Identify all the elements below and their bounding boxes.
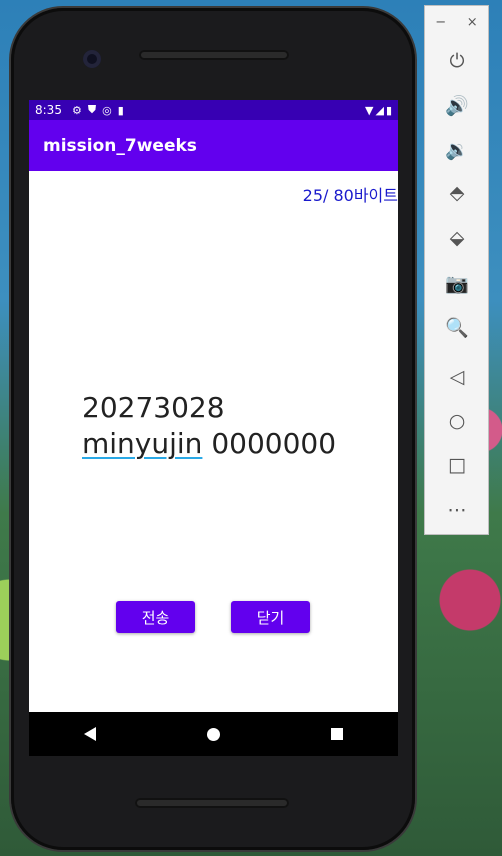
message-input[interactable]: 20273028 minyujin 0000000 — [82, 390, 382, 462]
home-icon[interactable]: ○ — [443, 407, 471, 435]
send-button[interactable]: 전송 — [116, 601, 195, 633]
nav-recents-icon[interactable] — [330, 728, 343, 740]
byte-counter: 25/ 80바이트 — [302, 186, 398, 205]
volume-down-icon[interactable]: 🔉 — [443, 135, 471, 163]
rotate-right-icon[interactable]: ⬙ — [443, 224, 471, 252]
bottom-speaker — [135, 798, 289, 808]
nav-back-icon[interactable] — [84, 727, 97, 741]
close-window-button[interactable]: × — [467, 15, 478, 30]
zoom-icon[interactable]: 🔍 — [443, 313, 471, 341]
camera-icon[interactable]: 📷 — [443, 269, 471, 297]
back-icon[interactable]: ◁ — [443, 363, 471, 391]
spellcheck-word: minyujin — [82, 427, 203, 460]
rotate-left-icon[interactable]: ⬘ — [443, 179, 471, 207]
emulator-toolbar: − × ⏻ 🔊 🔉 ⬘ ⬙ 📷 🔍 ◁ ○ □ ⋯ — [424, 5, 489, 535]
app-bar: mission_7weeks — [29, 120, 398, 171]
wifi-icon: ▼ — [365, 103, 374, 117]
signal-icon: ◢ — [375, 103, 384, 117]
message-line-2: minyujin 0000000 — [82, 426, 382, 462]
top-speaker — [139, 50, 289, 60]
emulator-window-controls: − × — [425, 6, 488, 38]
status-time: 8:35 — [35, 103, 62, 117]
app-title: mission_7weeks — [43, 135, 197, 156]
more-icon[interactable]: ⋯ — [443, 496, 471, 524]
message-line-2-rest: 0000000 — [202, 427, 337, 460]
status-bar: 8:35 ⚙ ⛊ ◎ ▮ ▼ ◢ ▮ — [29, 100, 398, 120]
nav-home-icon[interactable] — [206, 727, 220, 741]
minimize-button[interactable]: − — [435, 15, 446, 30]
settings-notification-icon: ⚙ — [71, 103, 82, 117]
message-line-1: 20273028 — [82, 391, 225, 424]
device-screen: 8:35 ⚙ ⛊ ◎ ▮ ▼ ◢ ▮ mission_7weeks 25/ 80… — [29, 100, 398, 712]
battery-icon: ▮ — [385, 103, 392, 117]
power-icon[interactable]: ⏻ — [443, 47, 471, 75]
close-button[interactable]: 닫기 — [231, 601, 310, 633]
volume-up-icon[interactable]: 🔊 — [443, 91, 471, 119]
sync-notification-icon: ◎ — [102, 103, 112, 117]
shield-notification-icon: ⛊ — [87, 103, 97, 116]
front-camera — [83, 50, 101, 68]
sd-card-notification-icon: ▮ — [117, 103, 124, 117]
overview-icon[interactable]: □ — [443, 451, 471, 479]
navigation-bar — [29, 712, 398, 756]
